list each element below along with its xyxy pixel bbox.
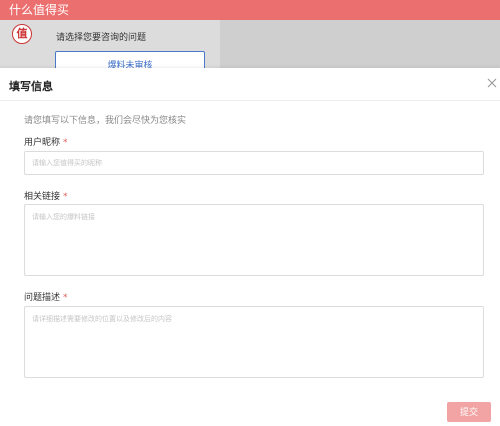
nickname-input[interactable] bbox=[24, 151, 484, 175]
description-textarea[interactable] bbox=[24, 306, 484, 378]
description-label: 问题描述 * bbox=[24, 290, 68, 303]
nickname-label-text: 用户昵称 bbox=[24, 138, 61, 148]
modal-title: 填写信息 bbox=[9, 80, 53, 93]
submit-button[interactable]: 提交 bbox=[447, 402, 491, 422]
app-title: 什么值得买 bbox=[9, 3, 70, 17]
close-icon[interactable] bbox=[487, 78, 497, 88]
avatar: 值 bbox=[12, 24, 32, 44]
required-mark: * bbox=[63, 192, 68, 202]
link-label-text: 相关链接 bbox=[24, 192, 61, 202]
info-modal: 填写信息 请您填写以下信息，我们会尽快为您核实 用户昵称* 相关链接* 问题描述… bbox=[0, 68, 500, 426]
description-label-text: 问题描述 bbox=[24, 293, 61, 303]
link-textarea[interactable] bbox=[24, 204, 484, 276]
modal-intro: 请您填写以下信息，我们会尽快为您核实 bbox=[24, 116, 187, 126]
link-label: 相关链接 * bbox=[24, 189, 68, 202]
required-mark: * bbox=[63, 293, 68, 303]
top-bar: 什么值得买 bbox=[0, 0, 500, 20]
nickname-label: 用户昵称 * bbox=[24, 135, 68, 148]
question-prompt: 请选择您要咨询的问题 bbox=[56, 33, 147, 43]
required-mark: * bbox=[63, 138, 68, 148]
modal-header: 填写信息 bbox=[0, 68, 500, 101]
